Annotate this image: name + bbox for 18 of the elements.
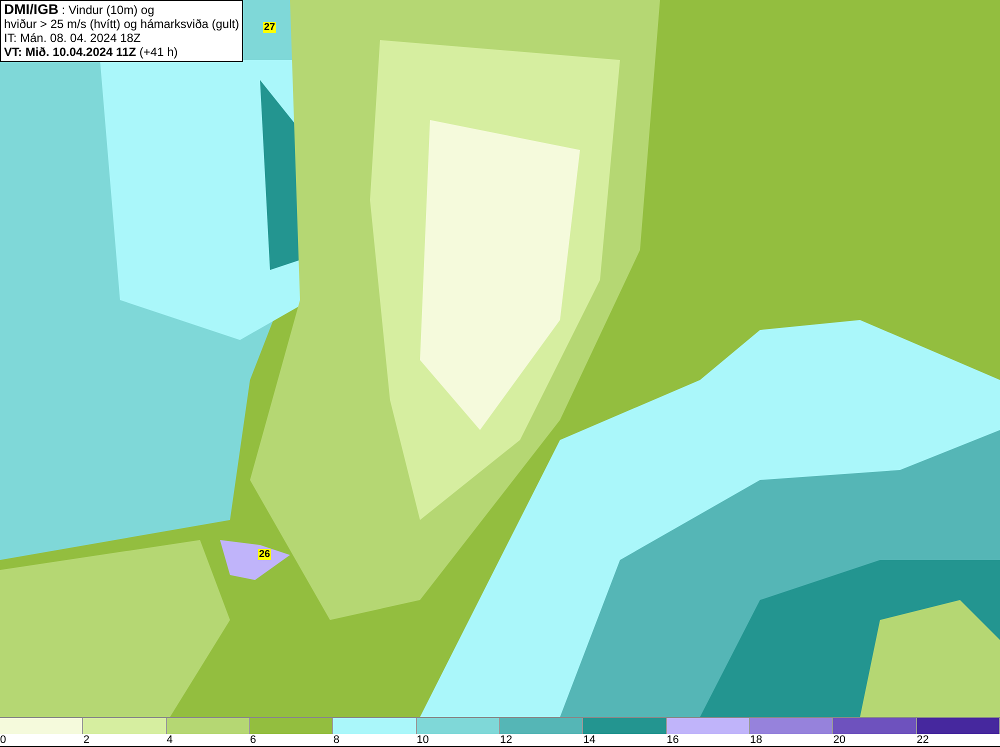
legend-tick-label: 8: [333, 734, 340, 746]
info-text: hviður > 25 m/s (hvítt) og hámarksviða (gult): [4, 17, 240, 31]
info-text: IT: Mán. 08. 04. 2024 18Z: [4, 31, 142, 45]
legend-tick-label: 16: [666, 734, 679, 746]
info-text: VT: Mið. 10.04.2024 11Z (+41 h): [4, 45, 179, 59]
legend-tick-label: 20: [833, 734, 846, 746]
legend-tick-label: 0: [0, 734, 6, 746]
legend-tick-label: 2: [83, 734, 90, 746]
info-text: DMI/IGB : Vindur (10m) og: [4, 2, 156, 17]
legend-tick-label: 4: [166, 734, 173, 746]
legend-tick-label: 22: [916, 734, 929, 746]
max-gust-label: 27: [263, 22, 276, 33]
legend-tick-label: 14: [583, 734, 596, 746]
legend-tick-label: 6: [250, 734, 256, 746]
legend-tick-label: 10: [416, 734, 429, 746]
legend-tick-label: 12: [500, 734, 512, 746]
legend-tick-label: 18: [750, 734, 762, 746]
max-gust-label: 26: [258, 549, 272, 560]
